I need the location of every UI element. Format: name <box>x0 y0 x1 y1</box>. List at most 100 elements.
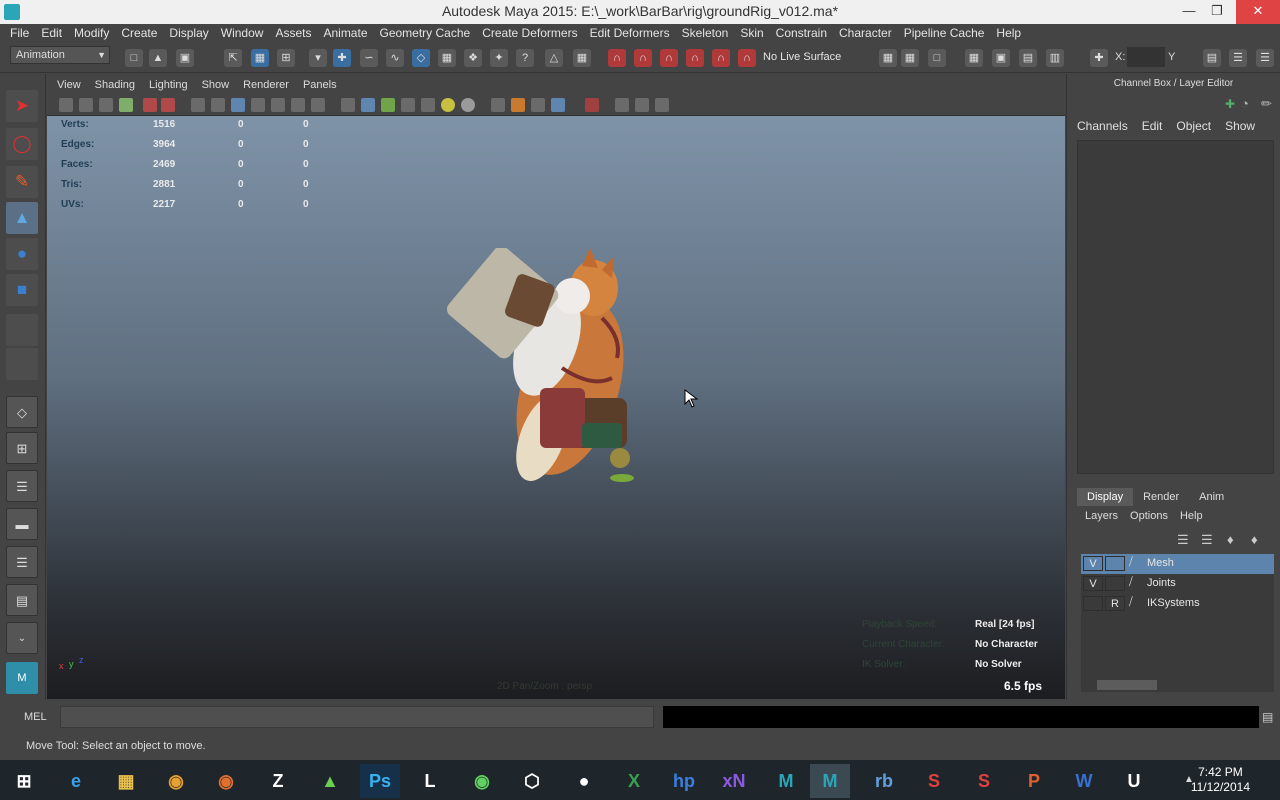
anti-aliasing-icon[interactable] <box>531 98 545 112</box>
menu-constrain[interactable]: Constrain <box>770 24 833 43</box>
tool-settings-small-icon[interactable]: ✚ <box>1225 97 1235 111</box>
smooth-shade-icon[interactable] <box>361 98 375 112</box>
ipr-render-icon[interactable]: ▦ <box>901 49 919 67</box>
layer-display-type-toggle[interactable] <box>1105 556 1125 571</box>
maya-lt-icon[interactable]: M <box>766 764 806 798</box>
grease-pencil-icon[interactable] <box>161 98 175 112</box>
layer-color-swatch[interactable]: ⧸ <box>1129 576 1143 591</box>
show-manipulator-icon[interactable] <box>6 348 38 380</box>
snap-grid-icon[interactable]: ✚ <box>333 49 351 67</box>
move-tool-icon[interactable]: ▲ <box>6 202 38 234</box>
paint-select-tool-icon[interactable]: ✎ <box>6 166 38 198</box>
channel-box-toggle-icon[interactable]: ▥ <box>1046 49 1064 67</box>
render-frame-icon[interactable]: ▦ <box>879 49 897 67</box>
viewport-menu-show[interactable]: Show <box>195 76 237 95</box>
file-explorer-icon[interactable]: ▦ <box>106 764 146 798</box>
menu-create-deformers[interactable]: Create Deformers <box>476 24 583 43</box>
zbrush-icon[interactable]: Z <box>258 764 298 798</box>
attribute-editor-toggle-icon[interactable]: ☰ <box>1229 49 1247 67</box>
perspective-viewport[interactable]: Verts: 1516 0 0 Edges: 3964 0 0 Faces: 2469 0 0 T… <box>47 116 1065 699</box>
four-view-layout-icon[interactable]: ⊞ <box>6 432 38 464</box>
viewport-menu-renderer[interactable]: Renderer <box>236 76 296 95</box>
menu-animate[interactable]: Animate <box>317 24 373 43</box>
menu-display[interactable]: Display <box>163 24 214 43</box>
layer-color-swatch[interactable]: ⧸ <box>1129 596 1143 611</box>
gate-mask-icon[interactable] <box>251 98 265 112</box>
camera-attributes-icon[interactable] <box>79 98 93 112</box>
layer-menu-options[interactable]: Options <box>1130 510 1180 522</box>
cb-menu-show[interactable]: Show <box>1225 119 1269 133</box>
xnormal-icon[interactable]: xN <box>714 764 754 798</box>
media-player-icon[interactable]: ● <box>564 764 604 798</box>
mel-command-input[interactable] <box>60 706 654 728</box>
menu-skin[interactable]: Skin <box>734 24 769 43</box>
viewport-menu-lighting[interactable]: Lighting <box>142 76 195 95</box>
magnet-surface-icon[interactable]: ∩ <box>686 49 704 67</box>
two-d-pan-zoom-icon[interactable] <box>143 98 157 112</box>
persp-graph-layout-icon[interactable]: ▬ <box>6 508 38 540</box>
lock-icon[interactable]: △ <box>545 49 563 67</box>
single-view-layout-icon[interactable]: ◇ <box>6 396 38 428</box>
x-input[interactable] <box>1127 47 1165 67</box>
magnet-view-icon[interactable]: ∩ <box>738 49 756 67</box>
use-all-lights-icon[interactable] <box>441 98 455 112</box>
maya-taskbar-icon[interactable]: M <box>810 764 850 798</box>
menu-assets[interactable]: Assets <box>269 24 317 43</box>
viewport-menu-view[interactable]: View <box>50 76 88 95</box>
share-icon[interactable] <box>655 98 669 112</box>
edit-pencil-icon[interactable]: ✏ <box>1261 96 1272 112</box>
wireframe-icon[interactable] <box>341 98 355 112</box>
layer-row-joints[interactable]: V ⧸ Joints <box>1081 574 1274 594</box>
magnet-live-icon[interactable]: ∩ <box>712 49 730 67</box>
textured-icon[interactable] <box>421 98 435 112</box>
save-scene-icon[interactable]: ▣ <box>176 49 194 67</box>
mel-label[interactable]: MEL <box>24 711 47 723</box>
layer-display-type-toggle[interactable] <box>1105 576 1125 591</box>
hypershade-icon[interactable]: ▦ <box>965 49 983 67</box>
menu-geometry-cache[interactable]: Geometry Cache <box>374 24 477 43</box>
rb-app-icon[interactable]: rb <box>864 764 904 798</box>
menu-edit[interactable]: Edit <box>35 24 68 43</box>
magnet-icon[interactable]: ∩ <box>608 49 626 67</box>
system-clock[interactable]: 7:42 PM 11/12/2014 <box>1191 765 1250 795</box>
film-gate-icon[interactable] <box>211 98 225 112</box>
layer-menu-help[interactable]: Help <box>1180 510 1215 522</box>
menu-window[interactable]: Window <box>215 24 270 43</box>
tab-render[interactable]: Render <box>1133 488 1190 506</box>
attribute-editor-icon[interactable]: ▣ <box>992 49 1010 67</box>
xray-icon[interactable] <box>615 98 629 112</box>
filter-icon[interactable]: ▾ <box>309 49 327 67</box>
excel-icon[interactable]: X <box>614 764 654 798</box>
safe-action-icon[interactable] <box>291 98 305 112</box>
internet-explorer-icon[interactable]: e <box>56 764 96 798</box>
isolate-select-icon[interactable] <box>585 98 599 112</box>
image-plane-icon[interactable] <box>119 98 133 112</box>
motion-blur-icon[interactable] <box>511 98 525 112</box>
menu-pipeline-cache[interactable]: Pipeline Cache <box>898 24 991 43</box>
shadows-icon[interactable] <box>461 98 475 112</box>
windows-start-icon[interactable]: ⊞ <box>4 764 44 798</box>
lasso-tool-icon[interactable]: ◯ <box>6 128 38 160</box>
new-layer-selected-icon[interactable]: ♦ <box>1251 532 1258 547</box>
layer-row-mesh[interactable]: V ⧸ Mesh <box>1081 554 1274 574</box>
layer-row-iksystems[interactable]: R ⧸ IKSystems <box>1081 594 1274 614</box>
settings-hex-icon[interactable]: ⬡ <box>512 764 552 798</box>
viewport-menu-panels[interactable]: Panels <box>296 76 344 95</box>
move-layer-down-icon[interactable]: ☰ <box>1201 532 1213 548</box>
select-tool-icon[interactable]: ➤ <box>6 90 38 122</box>
select-component-icon[interactable]: ⊞ <box>277 49 295 67</box>
word-icon[interactable]: W <box>1064 764 1104 798</box>
field-chart-icon[interactable] <box>271 98 285 112</box>
layer-color-swatch[interactable]: ⧸ <box>1129 556 1143 571</box>
layer-visibility-toggle[interactable] <box>1083 596 1103 611</box>
construction-icon[interactable]: ✦ <box>490 49 508 67</box>
snap-curve-icon[interactable]: ∽ <box>360 49 378 67</box>
layout-more-icon[interactable]: ⌄ <box>6 622 38 654</box>
tool-settings-toggle-icon[interactable]: ☰ <box>1256 49 1274 67</box>
layer-visibility-toggle[interactable]: V <box>1083 556 1103 571</box>
menu-create[interactable]: Create <box>115 24 163 43</box>
cb-menu-edit[interactable]: Edit <box>1142 119 1177 133</box>
outliner-persp-layout-icon[interactable]: ☰ <box>6 470 38 502</box>
cb-menu-object[interactable]: Object <box>1176 119 1225 133</box>
quixel-icon[interactable]: ▲ <box>310 764 350 798</box>
